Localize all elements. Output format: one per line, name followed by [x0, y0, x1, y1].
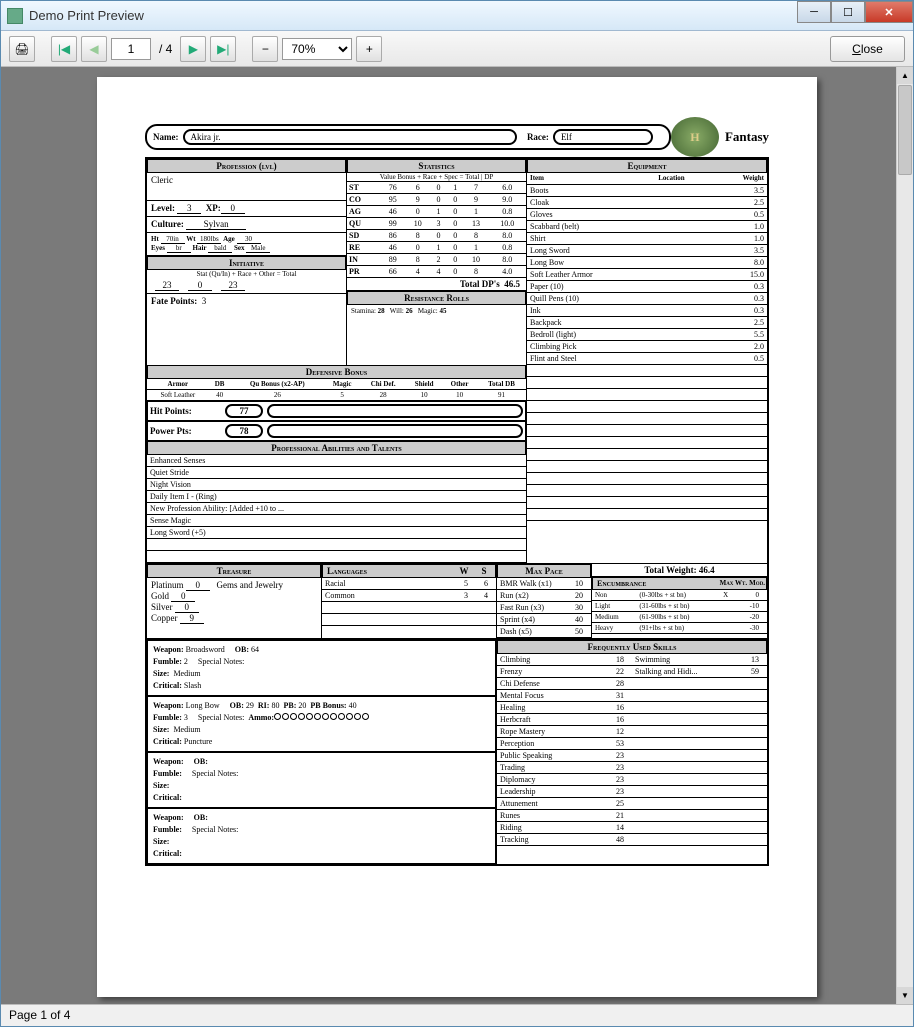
weapon-slot: Weapon: Broadsword OB: 64 Fumble: 2 Spec… [147, 640, 496, 696]
toolbar: 🖨 |◀ ◀ / 4 ▶ ▶| − 70% + Close [1, 31, 913, 67]
preview-page: Name: Akira jr. Race: Elf H Fantasy Prof… [97, 77, 817, 997]
minimize-button[interactable]: ─ [797, 1, 831, 23]
zoom-out-button[interactable]: − [252, 36, 278, 62]
app-icon [7, 8, 23, 24]
weapon-slot: Weapon: OB: Fumble: Special Notes: Size:… [147, 752, 496, 808]
power-points-row: Power Pts:78 [147, 421, 526, 441]
skill-row: Attunement25 [497, 797, 632, 809]
weapon-slot: Weapon: Long Bow OB: 29 RI: 80 PB: 20 PB… [147, 696, 496, 752]
treasure-list: Platinum 0 Gems and JewelryGold 0Silver … [147, 578, 321, 626]
equipment-row: Flint and Steel0.5 [527, 352, 767, 364]
print-button[interactable]: 🖨 [9, 36, 35, 62]
first-page-button[interactable]: |◀ [51, 36, 77, 62]
preview-viewport[interactable]: Name: Akira jr. Race: Elf H Fantasy Prof… [1, 67, 913, 1004]
name-value: Akira jr. [183, 129, 517, 145]
zoom-select[interactable]: 70% [282, 38, 352, 60]
languages-table: Racial56Common34 [322, 578, 496, 626]
weapons-section: Weapon: Broadsword OB: 64 Fumble: 2 Spec… [147, 640, 497, 864]
header-row: Name: Akira jr. Race: Elf [145, 124, 671, 150]
scroll-thumb[interactable] [898, 85, 912, 175]
stats-column: Statistics Value Bonus + Race + Spec = T… [347, 159, 527, 365]
skill-row: Trading23 [497, 761, 632, 773]
db-table: ArmorDBQu Bonus (x2-AP)MagicChi Def.Shie… [147, 379, 526, 401]
profession-value: Cleric [147, 173, 346, 201]
skill-row: Chi Defense28 [497, 677, 632, 689]
ability-row: New Profession Ability: [Added +10 to ..… [147, 503, 526, 515]
equipment-row: Long Bow8.0 [527, 256, 767, 268]
window-title: Demo Print Preview [29, 8, 797, 23]
ability-row: Enhanced Senses [147, 455, 526, 467]
abilities-list: Enhanced SensesQuiet StrideNight VisionD… [147, 455, 526, 563]
equipment-row: Scabbard (belt)1.0 [527, 220, 767, 232]
vertical-scrollbar[interactable]: ▲ ▼ [896, 67, 913, 1004]
equipment-column: Equipment ItemLocationWeight Boots3.5Clo… [527, 159, 767, 365]
equipment-row: Ink0.3 [527, 304, 767, 316]
equipment-row: Climbing Pick2.0 [527, 340, 767, 352]
skills-right: Swimming13Stalking and Hidi...59 [632, 654, 767, 846]
skill-row: Climbing18 [497, 654, 632, 666]
harp-logo-icon: H [671, 117, 719, 157]
equipment-row: Quill Pens (10)0.3 [527, 292, 767, 304]
skill-row: Stalking and Hidi...59 [632, 665, 767, 677]
race-value: Elf [553, 129, 653, 145]
skill-row: Runes21 [497, 809, 632, 821]
ability-row: Quiet Stride [147, 467, 526, 479]
scroll-down-button[interactable]: ▼ [897, 987, 913, 1004]
skill-row: Healing16 [497, 701, 632, 713]
skills-left: Climbing18Frenzy22Chi Defense28Mental Fo… [497, 654, 632, 846]
prev-page-button[interactable]: ◀ [81, 36, 107, 62]
status-bar: Page 1 of 4 [1, 1004, 913, 1026]
page-number-input[interactable] [111, 38, 151, 60]
profession-header: Profession (lvl) [147, 159, 346, 173]
equipment-row: Paper (10)0.3 [527, 280, 767, 292]
equipment-table: ItemLocationWeight Boots3.5Cloak2.5Glove… [527, 173, 767, 365]
skill-row: Diplomacy23 [497, 773, 632, 785]
zoom-in-button[interactable]: + [356, 36, 382, 62]
stats-table: ST7660176.0CO9590099.0AG4601010.8QU99103… [347, 182, 526, 278]
skill-row: Perception53 [497, 737, 632, 749]
ability-row: Sense Magic [147, 515, 526, 527]
fantasy-label: Fantasy [719, 129, 769, 145]
titlebar: Demo Print Preview ─ ☐ ✕ [1, 1, 913, 31]
skill-row: Herbcraft16 [497, 713, 632, 725]
skill-row: Mental Focus31 [497, 689, 632, 701]
equipment-row: Backpack2.5 [527, 316, 767, 328]
ability-row: Long Sword (+5) [147, 527, 526, 539]
equipment-row: Cloak2.5 [527, 196, 767, 208]
equipment-row: Soft Leather Armor15.0 [527, 268, 767, 280]
page-total-label: / 4 [159, 42, 172, 56]
equipment-row: Gloves0.5 [527, 208, 767, 220]
skill-row: Rope Mastery12 [497, 725, 632, 737]
next-page-button[interactable]: ▶ [180, 36, 206, 62]
pace-table: BMR Walk (x1)10Run (x2)20Fast Run (x3)30… [497, 578, 591, 638]
equipment-row: Shirt1.0 [527, 232, 767, 244]
skill-row: Public Speaking23 [497, 749, 632, 761]
close-window-button[interactable]: ✕ [865, 1, 913, 23]
close-button[interactable]: Close [830, 36, 905, 62]
window-controls: ─ ☐ ✕ [797, 1, 913, 30]
name-label: Name: [153, 132, 179, 142]
ability-row: Night Vision [147, 479, 526, 491]
ability-row: Daily Item I - (Ring) [147, 491, 526, 503]
equipment-row: Boots3.5 [527, 184, 767, 196]
skill-row: Frenzy22 [497, 665, 632, 677]
encumbrance-table: Non(0-30lbs + st bn)X0Light(31-60lbs + s… [592, 590, 767, 634]
skill-row: Leadership23 [497, 785, 632, 797]
equipment-row: Bedroll (light)5.5 [527, 328, 767, 340]
equipment-cont [527, 365, 767, 563]
scroll-up-button[interactable]: ▲ [897, 67, 913, 84]
race-label: Race: [527, 132, 549, 142]
equipment-row: Long Sword3.5 [527, 244, 767, 256]
app-window: Demo Print Preview ─ ☐ ✕ 🖨 |◀ ◀ / 4 ▶ ▶|… [0, 0, 914, 1027]
last-page-button[interactable]: ▶| [210, 36, 236, 62]
maximize-button[interactable]: ☐ [831, 1, 865, 23]
hit-points-row: Hit Points:77 [147, 401, 526, 421]
skill-row: Swimming13 [632, 654, 767, 666]
profile-column: Profession (lvl) Cleric Level: 3 XP:0 Cu… [147, 159, 347, 365]
weapon-slot: Weapon: OB: Fumble: Special Notes: Size:… [147, 808, 496, 864]
skill-row: Tracking48 [497, 833, 632, 845]
skill-row: Riding14 [497, 821, 632, 833]
